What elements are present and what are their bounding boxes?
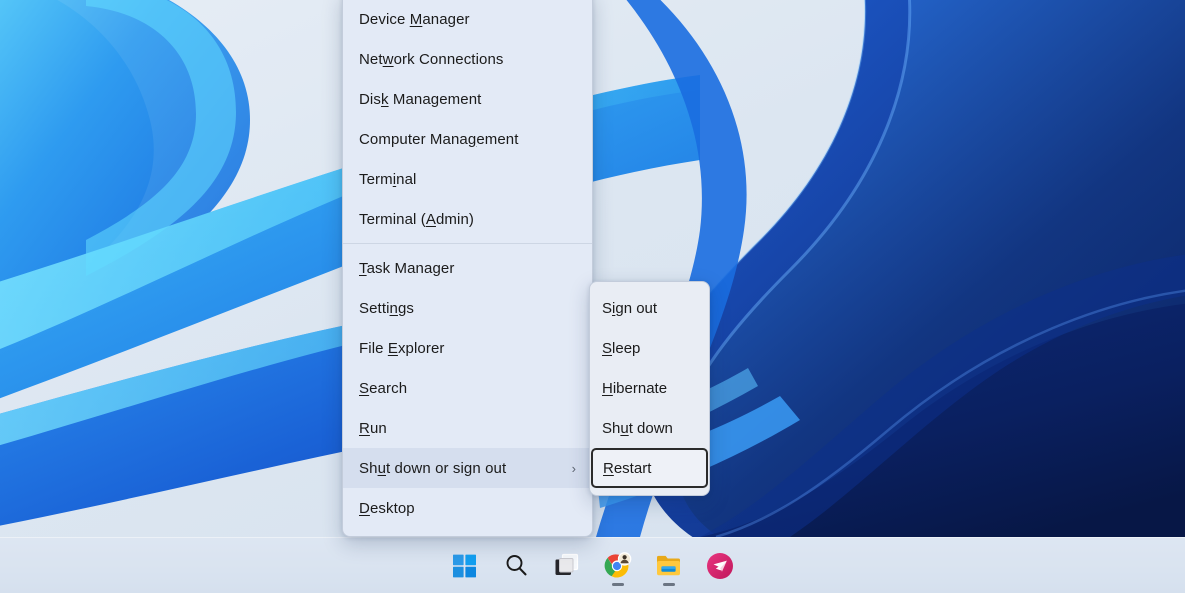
menu-item-device-manager[interactable]: Device Manager (343, 0, 592, 39)
menu-item-terminal-admin[interactable]: Terminal (Admin) (343, 199, 592, 239)
menu-group-system: Task Manager Settings File Explorer Sear… (343, 248, 592, 528)
menu-item-disk-management[interactable]: Disk Management (343, 79, 592, 119)
task-view-button[interactable] (545, 544, 589, 588)
task-view-icon (554, 553, 580, 579)
menu-item-label: Network Connections (359, 51, 504, 68)
desktop-screen: Device Manager Network Connections Disk … (0, 0, 1185, 593)
menu-item-task-manager[interactable]: Task Manager (343, 248, 592, 288)
menu-separator (343, 243, 592, 244)
menu-item-computer-management[interactable]: Computer Management (343, 119, 592, 159)
running-indicator (612, 583, 624, 586)
menu-item-settings[interactable]: Settings (343, 288, 592, 328)
running-indicator (663, 583, 675, 586)
power-submenu[interactable]: Sign out Sleep Hibernate Shut down Resta… (589, 281, 710, 496)
menu-item-file-explorer[interactable]: File Explorer (343, 328, 592, 368)
menu-item-label: Task Manager (359, 260, 454, 277)
menu-item-label: Disk Management (359, 91, 481, 108)
menu-item-shut-down-or-sign-out[interactable]: Shut down or sign out › (343, 448, 592, 488)
submenu-item-sign-out[interactable]: Sign out (590, 288, 709, 328)
search-button[interactable] (494, 544, 538, 588)
submenu-item-label: Restart (603, 460, 651, 477)
menu-group-tools: Device Manager Network Connections Disk … (343, 0, 592, 239)
submenu-item-label: Sleep (602, 340, 640, 357)
menu-item-label: Settings (359, 300, 414, 317)
submenu-item-shut-down[interactable]: Shut down (590, 408, 709, 448)
menu-item-label: Desktop (359, 500, 415, 517)
submenu-item-hibernate[interactable]: Hibernate (590, 368, 709, 408)
menu-item-search[interactable]: Search (343, 368, 592, 408)
menu-item-label: File Explorer (359, 340, 445, 357)
menu-item-label: Device Manager (359, 11, 470, 28)
menu-item-label: Terminal (Admin) (359, 211, 474, 228)
file-explorer-button[interactable] (647, 544, 691, 588)
menu-item-label: Search (359, 380, 407, 397)
start-button[interactable] (443, 544, 487, 588)
menu-item-label: Terminal (359, 171, 417, 188)
submenu-item-sleep[interactable]: Sleep (590, 328, 709, 368)
menu-item-label: Run (359, 420, 387, 437)
chrome-icon (604, 552, 632, 580)
menu-item-desktop[interactable]: Desktop (343, 488, 592, 528)
menu-item-label: Computer Management (359, 131, 519, 148)
chevron-right-icon: › (572, 462, 578, 475)
app-button[interactable] (698, 544, 742, 588)
menu-item-run[interactable]: Run (343, 408, 592, 448)
folder-icon (655, 553, 683, 579)
menu-item-network-connections[interactable]: Network Connections (343, 39, 592, 79)
submenu-item-label: Hibernate (602, 380, 667, 397)
paper-plane-icon (706, 552, 734, 580)
submenu-item-restart[interactable]: Restart (591, 448, 708, 488)
submenu-item-label: Shut down (602, 420, 673, 437)
winx-context-menu[interactable]: Device Manager Network Connections Disk … (342, 0, 593, 537)
menu-item-label: Shut down or sign out (359, 460, 506, 477)
chrome-button[interactable] (596, 544, 640, 588)
windows-logo-icon (453, 554, 477, 578)
menu-item-terminal[interactable]: Terminal (343, 159, 592, 199)
submenu-item-label: Sign out (602, 300, 657, 317)
search-icon (504, 553, 529, 578)
taskbar (0, 537, 1185, 593)
